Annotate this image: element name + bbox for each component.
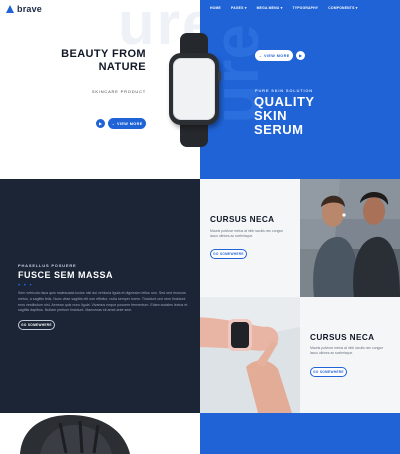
feature-kicker: PHASELLUS POSUERE xyxy=(18,263,77,268)
hero-left-view-more-button[interactable]: → VIEW MORE xyxy=(108,118,146,129)
card-1-body: Mauris pulvinar metus at nibh iaculis ne… xyxy=(210,229,284,238)
play-icon: ▶ xyxy=(298,53,303,58)
feature-go-button[interactable]: GO SOMEWHERE xyxy=(18,320,55,330)
hero-subline: SKINCARE PRODUCT xyxy=(91,89,146,94)
hero-right-view-more-button[interactable]: → VIEW MORE xyxy=(255,50,293,61)
feature-title: FUSCE SEM MASSA xyxy=(18,270,114,280)
people-earbuds-image xyxy=(300,179,400,297)
nav-pages[interactable]: PAGES ▾ xyxy=(231,6,247,10)
smartwatch-image xyxy=(168,33,221,147)
hero-left-play-button[interactable]: ▶ xyxy=(96,119,105,128)
hero-right-kicker: PURE SKIN SOLUTION xyxy=(255,88,313,93)
hero-right-play-button[interactable]: ▶ xyxy=(296,51,305,60)
feature-body: Sem vehicula risus quis malesuada luctus… xyxy=(18,291,188,313)
main-nav: HOME PAGES ▾ MEGA MENU ▾ TYPOGRAPHY COMP… xyxy=(210,6,358,10)
hero-headline: BEAUTY FROM NATURE xyxy=(61,48,146,73)
brand-name: brave xyxy=(17,4,43,14)
hero-right-headline: QUALITY SKIN SERUM xyxy=(254,94,315,137)
bottom-blue-panel xyxy=(200,413,400,454)
feature-dots: • • • xyxy=(18,283,33,289)
logo-icon xyxy=(6,5,14,13)
card-2-title: CURSUS NECA xyxy=(310,333,375,342)
watch-screen xyxy=(173,58,215,120)
card-1-go-button[interactable]: GO SOMEWHERE xyxy=(210,249,247,259)
nav-components[interactable]: COMPONENTS ▾ xyxy=(328,6,357,10)
card-2-body: Mauris pulvinar metus at nibh iaculis ne… xyxy=(310,346,384,355)
card-2-go-button[interactable]: GO SOMEWHERE xyxy=(310,367,347,377)
wrist-smartwatch-image xyxy=(200,297,300,413)
nav-mega-menu[interactable]: MEGA MENU ▾ xyxy=(257,6,283,10)
card-1-title: CURSUS NECA xyxy=(210,215,275,224)
nav-typography[interactable]: TYPOGRAPHY xyxy=(292,6,318,10)
helmet-image xyxy=(0,413,200,454)
nav-home[interactable]: HOME xyxy=(210,6,221,10)
play-icon: ▶ xyxy=(98,121,103,126)
brand-logo[interactable]: brave xyxy=(6,4,42,14)
